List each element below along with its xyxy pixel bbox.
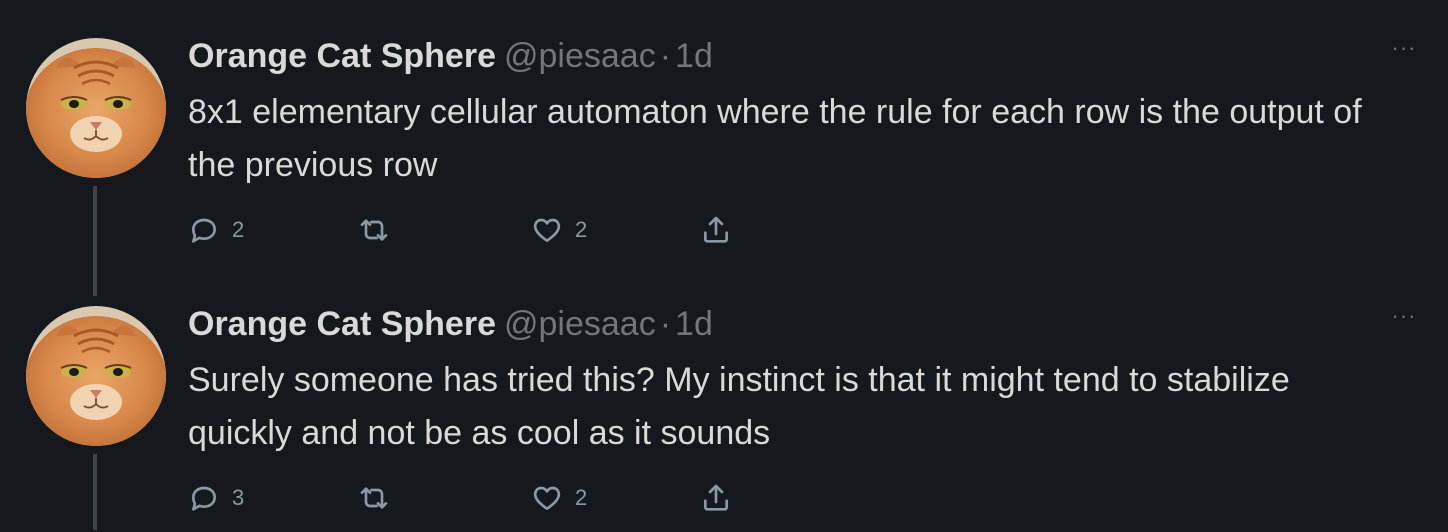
share-button[interactable] bbox=[700, 210, 732, 250]
share-button[interactable] bbox=[700, 478, 732, 518]
orange-cat-avatar-icon bbox=[26, 306, 166, 446]
reply-icon bbox=[192, 486, 216, 511]
more-horizontal-icon: ··· bbox=[1391, 35, 1417, 60]
like-button[interactable]: 2 bbox=[531, 210, 587, 250]
author-name[interactable]: Orange Cat Sphere bbox=[188, 37, 496, 75]
separator-dot: · bbox=[659, 37, 672, 75]
reply-count: 2 bbox=[232, 217, 245, 242]
avatar[interactable] bbox=[26, 306, 166, 446]
like-count: 2 bbox=[575, 217, 588, 242]
thread-connector-line bbox=[93, 454, 97, 530]
orange-cat-avatar-icon bbox=[26, 38, 166, 178]
author-name[interactable]: Orange Cat Sphere bbox=[188, 305, 496, 343]
tweet-text: Surely someone has tried this? My instin… bbox=[188, 361, 1290, 452]
tweet-actions: 2 2 bbox=[188, 210, 788, 250]
like-button[interactable]: 2 bbox=[531, 478, 587, 518]
retweet-button[interactable] bbox=[358, 478, 402, 518]
avatar[interactable] bbox=[26, 38, 166, 178]
retweet-icon bbox=[360, 487, 388, 509]
reply-button[interactable]: 2 bbox=[188, 210, 244, 250]
tweet-timestamp[interactable]: 1d bbox=[675, 37, 713, 75]
tweet-header: Orange Cat Sphere @piesaac · 1d bbox=[188, 36, 713, 76]
reply-button[interactable]: 3 bbox=[188, 478, 244, 518]
tweet-thread: Orange Cat Sphere @piesaac · 1d ··· 8x1 ele… bbox=[0, 0, 1448, 532]
author-handle[interactable]: @piesaac bbox=[504, 305, 656, 343]
tweet-timestamp[interactable]: 1d bbox=[675, 305, 713, 343]
retweet-button[interactable] bbox=[358, 210, 402, 250]
retweet-icon bbox=[360, 219, 388, 241]
heart-icon bbox=[533, 218, 561, 242]
author-handle[interactable]: @piesaac bbox=[504, 37, 656, 75]
tweet[interactable]: Orange Cat Sphere @piesaac · 1d ··· Surely … bbox=[0, 268, 1448, 532]
share-icon bbox=[704, 216, 728, 243]
tweet-actions: 3 2 bbox=[188, 478, 788, 518]
more-options-button[interactable]: ··· bbox=[1390, 37, 1418, 59]
separator-dot: · bbox=[659, 305, 672, 343]
reply-count: 3 bbox=[232, 485, 245, 510]
like-count: 2 bbox=[575, 485, 588, 510]
more-horizontal-icon: ··· bbox=[1391, 303, 1417, 328]
tweet[interactable]: Orange Cat Sphere @piesaac · 1d ··· 8x1 ele… bbox=[0, 0, 1448, 296]
tweet-text: 8x1 elementary cellular automaton where … bbox=[188, 93, 1362, 184]
share-icon bbox=[704, 484, 728, 511]
reply-icon bbox=[192, 218, 216, 243]
tweet-header: Orange Cat Sphere @piesaac · 1d bbox=[188, 304, 713, 344]
heart-icon bbox=[533, 486, 561, 510]
more-options-button[interactable]: ··· bbox=[1390, 305, 1418, 327]
